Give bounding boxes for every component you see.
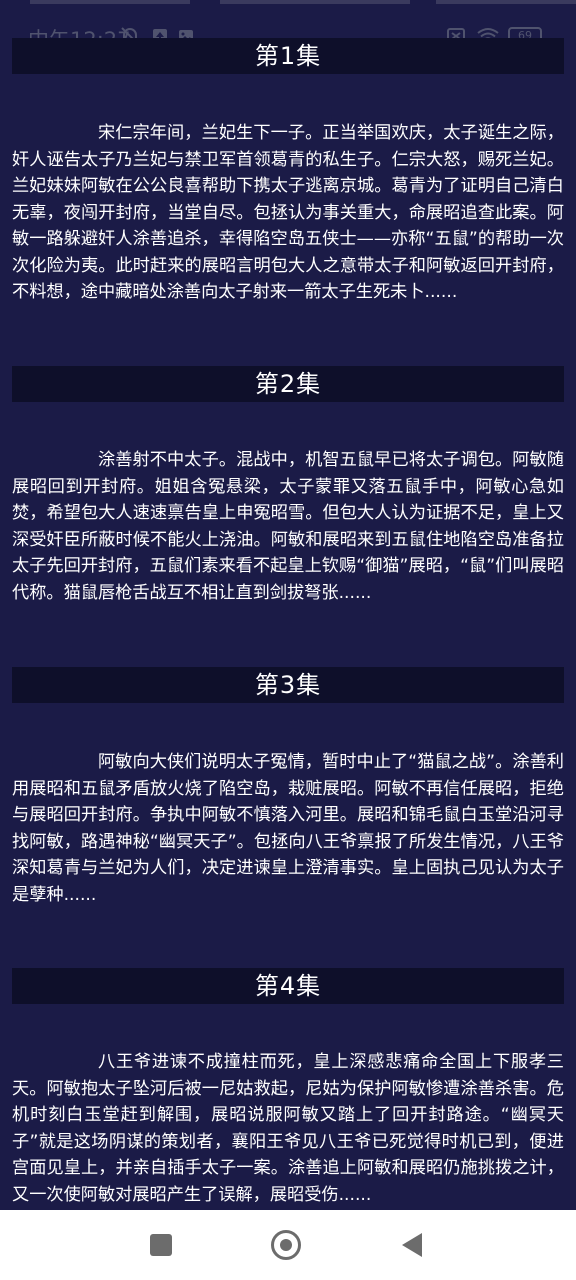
episode-synopsis: 宋仁宗年间，兰妃生下一子。正当举国欢庆，太子诞生之际，奸人诬告太子乃兰妃与禁卫军… [12,123,564,302]
screen: 中午12:27 69 第1集 宋仁宗年间，兰妃生下一子。正当举国欢庆，太子诞生之… [0,0,576,1280]
episode-synopsis: 阿敏向大侠们说明太子冤情，暂时中止了“猫鼠之战”。涂善利用展昭和五鼠矛盾放火烧了… [12,752,564,905]
episode-header: 第4集 [12,968,564,1004]
episode-synopsis: 涂善射不中太子。混战中，机智五鼠早已将太子调包。阿敏随展昭回到开封府。姐姐含冤悬… [12,450,564,603]
navigation-bar [0,1210,576,1280]
episode-header: 第3集 [12,667,564,703]
thumbnail-edge [30,0,190,4]
top-image-strip [0,0,576,4]
thumbnail-edge [436,0,576,4]
episode-title: 第1集 [254,42,322,70]
recent-apps-button[interactable] [150,1234,172,1256]
episode-title: 第4集 [254,972,322,1000]
episode-header: 第1集 [12,38,564,74]
episode-title: 第2集 [254,370,322,398]
thumbnail-edge [220,0,410,4]
back-button[interactable] [402,1233,422,1257]
episode-title: 第3集 [254,671,322,699]
episode-synopsis: 八王爷进谏不成撞柱而死，皇上深感悲痛命全国上下服孝三天。阿敏抱太子坠河后被一尼姑… [12,1052,564,1205]
home-dot-icon [280,1239,292,1251]
episode-header: 第2集 [12,366,564,402]
home-button[interactable] [271,1230,301,1260]
